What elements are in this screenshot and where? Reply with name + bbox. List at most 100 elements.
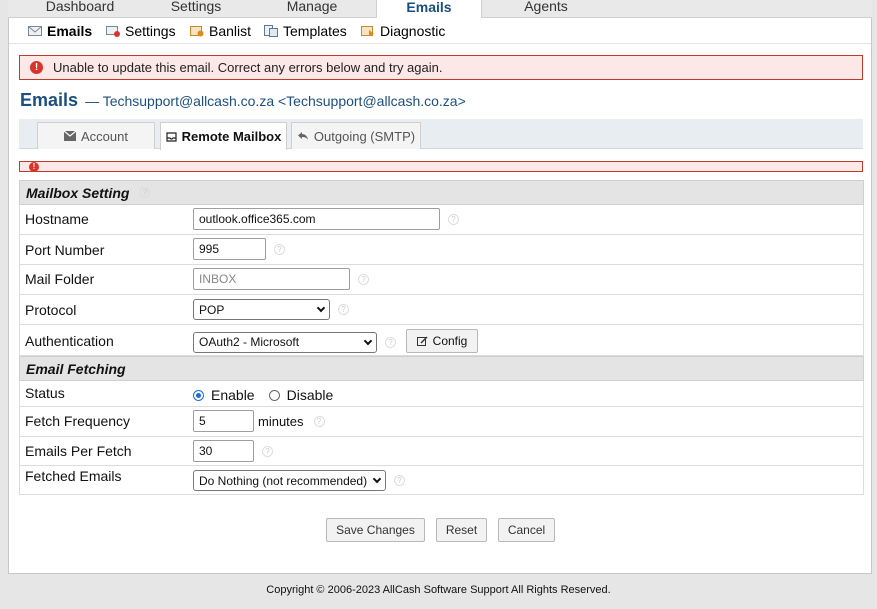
banlist-icon — [190, 26, 204, 37]
field-label: Hostname — [25, 211, 89, 227]
radio-label: Enable — [211, 387, 255, 403]
error-icon: ! — [30, 61, 43, 74]
config-button-label: Config — [432, 334, 468, 348]
reset-button[interactable]: Reset — [436, 518, 487, 542]
select-value: Do Nothing (not recommended) — [199, 473, 368, 488]
field-label: Fetched Emails — [25, 468, 122, 484]
row-fetch-frequency: Fetch Frequency 5 minutes ? — [19, 407, 864, 437]
reply-icon — [297, 132, 308, 140]
help-icon[interactable]: ? — [262, 445, 273, 457]
section-title: Mailbox Setting — [26, 184, 130, 201]
subnav-label: Emails — [47, 22, 93, 39]
error-icon: ! — [29, 161, 39, 172]
page-title-text: Emails — [20, 90, 79, 110]
row-protocol: Protocol POP ? — [19, 295, 864, 325]
top-tab-emails[interactable]: Emails — [376, 0, 482, 19]
envelope-icon — [64, 131, 76, 141]
section-title: Email Fetching — [26, 360, 126, 377]
help-icon[interactable]: ? — [313, 415, 325, 427]
help-icon[interactable]: ? — [358, 273, 369, 285]
chevron-down-icon — [372, 474, 382, 484]
field-label: Mail Folder — [25, 271, 95, 287]
sub-navigation: Emails Settings Banlist Templates Diagno… — [9, 18, 871, 44]
protocol-select[interactable]: POP — [193, 299, 330, 320]
section-email-fetching: Email Fetching — [19, 356, 864, 381]
subnav-label: Diagnostic — [380, 22, 446, 39]
fetched-emails-select[interactable]: Do Nothing (not recommended) — [193, 470, 386, 491]
row-mail-folder: Mail Folder INBOX ? — [19, 265, 864, 295]
row-port-number: Port Number 995 ? — [19, 235, 864, 265]
page-title: Emails — Techsupport@allcash.co.za <Tech… — [20, 90, 466, 111]
tab-account[interactable]: Account — [37, 122, 155, 149]
top-tab-label: Manage — [286, 0, 338, 14]
tab-outgoing-smtp[interactable]: Outgoing (SMTP) — [291, 122, 421, 149]
help-icon[interactable]: ? — [338, 304, 349, 315]
help-icon[interactable]: ? — [448, 213, 459, 225]
top-tab-label: Emails — [406, 0, 452, 15]
config-button[interactable]: Config — [406, 329, 478, 353]
top-tab-label: Dashboard — [45, 0, 115, 14]
tab-label: Account — [81, 128, 128, 144]
chevron-down-icon — [316, 303, 326, 313]
envelope-icon — [28, 26, 42, 36]
select-value: POP — [199, 302, 225, 317]
field-label: Emails Per Fetch — [25, 443, 132, 459]
row-status: Status Enable Disable — [19, 381, 864, 407]
port-input[interactable]: 995 — [193, 238, 266, 260]
tab-label: Outgoing (SMTP) — [313, 128, 416, 144]
mail-folder-input[interactable]: INBOX — [193, 268, 350, 290]
help-icon[interactable]: ? — [394, 475, 405, 486]
settings-tabbar: Account Remote Mailbox Outgoing (SMTP) — [19, 119, 863, 150]
cancel-button[interactable]: Cancel — [498, 518, 555, 542]
subnav-label: Settings — [125, 22, 176, 39]
error-message: Unable to update this email. Correct any… — [53, 60, 443, 75]
top-tab-settings[interactable]: Settings — [128, 0, 264, 18]
inbox-icon — [166, 131, 177, 142]
settings-icon — [106, 26, 120, 37]
field-label: Status — [25, 385, 65, 401]
subnav-diagnostic[interactable]: Diagnostic — [361, 22, 445, 40]
fetch-frequency-input[interactable]: 5 — [193, 410, 254, 432]
footer-copyright: Copyright © 2006-2023 AllCash Software S… — [266, 584, 611, 596]
save-changes-button[interactable]: Save Changes — [326, 518, 425, 542]
subnav-banlist[interactable]: Banlist — [190, 22, 251, 40]
top-tab-agents[interactable]: Agents — [498, 0, 594, 18]
field-label: Authentication — [25, 333, 114, 349]
top-tab-label: Settings — [170, 0, 222, 14]
row-authentication: Authentication OAuth2 - Microsoft ? Conf… — [19, 325, 864, 356]
subnav-templates[interactable]: Templates — [264, 22, 347, 40]
top-tab-label: Agents — [524, 0, 568, 14]
tab-remote-mailbox[interactable]: Remote Mailbox — [160, 122, 287, 150]
unit-label: minutes — [258, 413, 304, 429]
status-disable-radio[interactable] — [268, 389, 280, 401]
tab-label: Remote Mailbox — [181, 129, 282, 144]
radio-label: Disable — [286, 387, 334, 403]
templates-icon — [264, 25, 278, 37]
top-navigation: Dashboard Settings Manage Emails Agents — [8, 0, 872, 19]
chevron-down-icon — [363, 336, 373, 345]
subnav-label: Banlist — [209, 22, 252, 39]
status-enable-radio[interactable] — [193, 389, 204, 401]
field-label: Port Number — [25, 242, 105, 258]
main-container: Emails Settings Banlist Templates Diagno… — [8, 18, 872, 574]
row-hostname: Hostname outlook.office365.com ? — [19, 205, 864, 235]
field-label: Fetch Frequency — [25, 413, 131, 429]
hostname-input[interactable]: outlook.office365.com — [193, 208, 440, 230]
help-icon[interactable]: ? — [274, 243, 285, 255]
help-icon[interactable]: ? — [385, 337, 396, 348]
error-banner: ! Unable to update this email. Correct a… — [19, 55, 863, 80]
row-emails-per-fetch: Emails Per Fetch 30 ? — [19, 437, 864, 466]
subnav-emails[interactable]: Emails — [28, 22, 92, 40]
help-icon[interactable]: ? — [139, 187, 151, 198]
top-tab-manage[interactable]: Manage — [248, 0, 376, 18]
section-mailbox-setting: Mailbox Setting ? — [19, 180, 864, 205]
diagnostic-icon — [361, 26, 374, 36]
page-subtitle: — Techsupport@allcash.co.za <Techsupport… — [85, 93, 466, 109]
select-value: OAuth2 - Microsoft — [199, 335, 300, 349]
subnav-settings[interactable]: Settings — [106, 22, 176, 40]
emails-per-fetch-input[interactable]: 30 — [193, 440, 254, 462]
tab-error-strip: ! — [19, 161, 863, 172]
subnav-label: Templates — [283, 22, 347, 39]
field-label: Protocol — [25, 302, 77, 318]
authentication-select[interactable]: OAuth2 - Microsoft — [193, 331, 377, 353]
